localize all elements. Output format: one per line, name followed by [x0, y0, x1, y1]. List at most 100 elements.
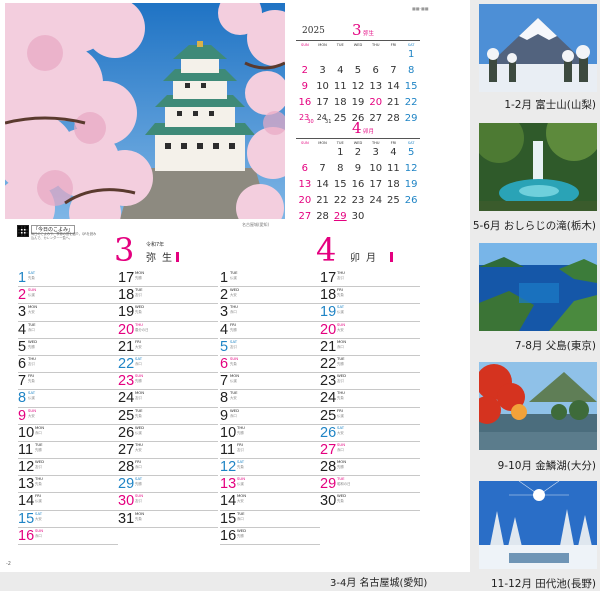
big-day-note: 先負: [28, 276, 35, 280]
big-day-note: 大安: [135, 447, 142, 452]
big-weekday-label: SAT: [337, 424, 345, 430]
big-wareki: 令和7年: [146, 242, 165, 248]
big-day-number: 26: [320, 424, 337, 441]
mini-dow-label: WED: [353, 43, 363, 47]
mini-day-cell: 18: [331, 97, 349, 113]
big-day-note: 先負: [135, 310, 142, 315]
big-day-number: 27: [320, 441, 337, 458]
mini-day-cell: 28: [314, 211, 332, 227]
big-weekday-label: SUN: [28, 287, 37, 293]
mini-day-cell: 24: [367, 195, 385, 211]
big-day-note: 赤口: [230, 310, 237, 315]
thumbnail-caption: 7-8月 父島(東京): [514, 340, 596, 352]
big-day-number: 25: [320, 407, 337, 424]
accent-bar: [390, 252, 393, 262]
big-day-number: 1: [220, 270, 229, 286]
big-day-number: 8: [220, 390, 229, 407]
big-day-note: 友引: [28, 361, 35, 366]
mini-day-number: 1: [337, 147, 344, 158]
mini-day-cell: 19: [402, 179, 420, 195]
big-day-number: 20: [118, 321, 135, 338]
big-weekday-label: THU: [135, 441, 143, 447]
mini-day-cell: 10: [314, 81, 332, 97]
big-day-row: 23 SUN 先勝: [118, 373, 218, 391]
mini-day-cell: 19: [349, 97, 367, 113]
big-day-note: 昭和の日: [337, 482, 351, 487]
big-day-number: 12: [220, 459, 237, 476]
mini-day-number: 20: [369, 97, 383, 108]
big-weekday-label: SUN: [135, 373, 144, 379]
big-weekday-label: WED: [337, 373, 347, 379]
mini-day-cell: 11: [331, 81, 349, 97]
big-day-row: 12 WED 友引: [18, 459, 118, 477]
big-day-row: 26 SAT 大安: [320, 425, 420, 442]
big-weekday-label: FRI: [337, 287, 343, 293]
big-day-number: 30: [320, 493, 337, 510]
big-day-row: 14 MON 大安: [220, 493, 320, 511]
big-day-row: 24 MON 友引: [118, 390, 218, 408]
big-weekday-label: SUN: [237, 476, 246, 482]
mini-day-number: 3: [372, 147, 379, 158]
big-day-note: 友引: [135, 293, 142, 298]
big-day-note: 友引: [337, 379, 344, 384]
big-weekday-label: MON: [230, 373, 240, 379]
big-weekday-label: TUE: [337, 355, 345, 361]
big-day-row: 30 SUN 友引: [118, 493, 218, 511]
mini-day-cell: 5: [402, 147, 420, 163]
mini-day-cell: 13: [367, 81, 385, 97]
big-weekday-label: TUE: [28, 321, 36, 327]
mini-empty-cell: [296, 49, 314, 65]
big-day-number: 13: [220, 476, 237, 493]
mini-day-number: 26: [404, 195, 418, 206]
big-month-name: 卯月: [350, 253, 382, 264]
mini-day-number: 21: [387, 97, 400, 108]
calendar-sheet: ■■-■■ 名古屋城(愛知) 「今日のこよみ」 毎日のこよみや、季節の暦を紹介。…: [0, 0, 470, 572]
mini-day-cell: 26: [402, 195, 420, 211]
big-day-note: 仏滅: [28, 396, 35, 401]
big-day-row: 10 THU 先勝: [220, 425, 320, 442]
big-day-note: 赤口: [230, 413, 237, 418]
mini-day-number: 30: [351, 211, 365, 222]
big-day-note: 友引: [35, 465, 42, 470]
big-day-note: 春分の日: [135, 327, 149, 332]
photo-credit: 名古屋城(愛知): [242, 222, 270, 227]
qr-code[interactable]: [17, 225, 29, 237]
big-day-note: 友引: [237, 447, 244, 452]
big-day-row: 10 MON 赤口: [18, 425, 118, 442]
big-day-note: 先勝: [135, 379, 142, 384]
big-day-row: 28 FRI 赤口: [118, 459, 218, 477]
mini-dow-label: FRI: [390, 43, 397, 47]
big-day-number: 5: [220, 338, 229, 355]
big-day-column: 1 TUE 仏滅 2 WED 大安 3 THU 赤口 4 FRI 先勝 5 SAT 友引 6 SUN 先負 7 MON…: [220, 270, 320, 545]
big-day-number: 19: [118, 304, 135, 321]
mini-day-cell: 15: [331, 179, 349, 195]
big-weekday-label: SAT: [28, 270, 36, 275]
big-weekday-label: TUE: [35, 441, 43, 447]
big-day-number: 23: [118, 373, 135, 390]
big-weekday-label: SUN: [28, 407, 37, 413]
big-weekday-label: TUE: [337, 476, 345, 482]
big-day-note: 先勝: [237, 533, 244, 538]
big-day-row: 31 MON 先負: [118, 511, 218, 528]
mini-day-number: 14: [387, 81, 400, 92]
mini-empty-cell: [331, 49, 349, 65]
mini-day-cell: 8: [331, 163, 349, 179]
big-month-name: 弥生: [146, 253, 178, 264]
big-weekday-label: WED: [35, 459, 45, 465]
mini-day-number: 7: [390, 65, 397, 76]
mini-dow-label: FRI: [390, 141, 397, 145]
mini-year: 2025: [302, 26, 325, 36]
big-weekday-label: SAT: [230, 338, 238, 344]
mini-month-number: 3: [352, 21, 362, 39]
mini-day-number: 16: [298, 97, 312, 108]
mini-day-cell: 22: [331, 195, 349, 211]
big-day-number: 9: [18, 407, 27, 424]
mini-day-cell: 9: [349, 163, 367, 179]
big-day-row: 11 TUE 先勝: [18, 441, 118, 460]
big-day-number: 3: [18, 304, 27, 321]
big-day-number: 21: [118, 338, 135, 355]
big-day-row: 29 SAT 先勝: [118, 476, 218, 494]
mini-dow-label: THU: [371, 141, 380, 145]
mini-day-cell: 12: [349, 81, 367, 97]
big-weekday-label: TUE: [237, 510, 245, 516]
